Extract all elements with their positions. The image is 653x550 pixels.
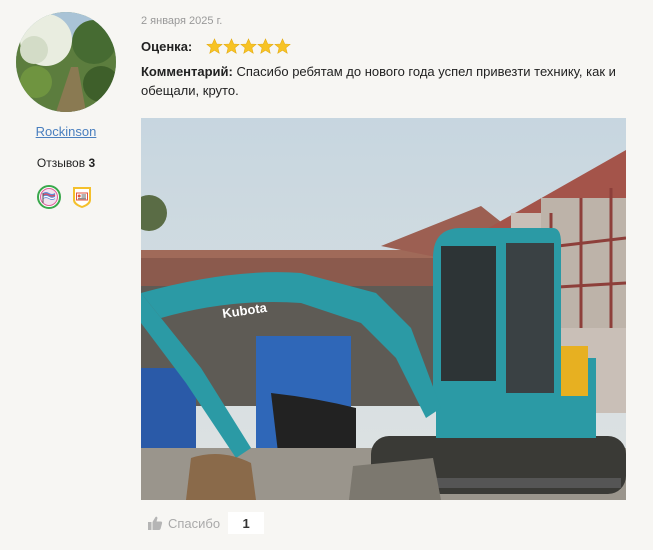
star-icon: [206, 38, 224, 54]
thumbs-up-icon[interactable]: [147, 515, 163, 531]
review-comment: Комментарий: Спасибо ребятам до нового г…: [141, 62, 631, 100]
review-photo[interactable]: Kubota: [141, 118, 626, 500]
star-icon: [240, 38, 258, 54]
excavator-photo-illustration: Kubota: [141, 118, 626, 500]
star-icon: [274, 38, 292, 54]
thanks-row: Спасибо 1: [147, 512, 265, 534]
reviews-count-value: 3: [88, 156, 96, 170]
reviews-count: Отзывов 3: [0, 156, 132, 170]
id-card-badge-icon[interactable]: [70, 185, 94, 209]
author-badges: [37, 185, 94, 209]
comment-label: Комментарий:: [141, 64, 233, 79]
star-icon: [257, 38, 275, 54]
thanks-button[interactable]: Спасибо: [168, 516, 220, 531]
flag-badge-icon[interactable]: [37, 185, 61, 209]
author-name-link[interactable]: Rockinson: [0, 124, 132, 139]
avatar[interactable]: [16, 12, 116, 112]
rating-row: Оценка:: [141, 38, 292, 55]
rating-stars: [206, 38, 292, 55]
star-icon: [223, 38, 241, 54]
thanks-count: 1: [228, 512, 265, 534]
review-date: 2 января 2025 г.: [141, 15, 223, 27]
rating-label: Оценка:: [141, 39, 193, 54]
reviews-count-label: Отзывов: [36, 156, 86, 170]
